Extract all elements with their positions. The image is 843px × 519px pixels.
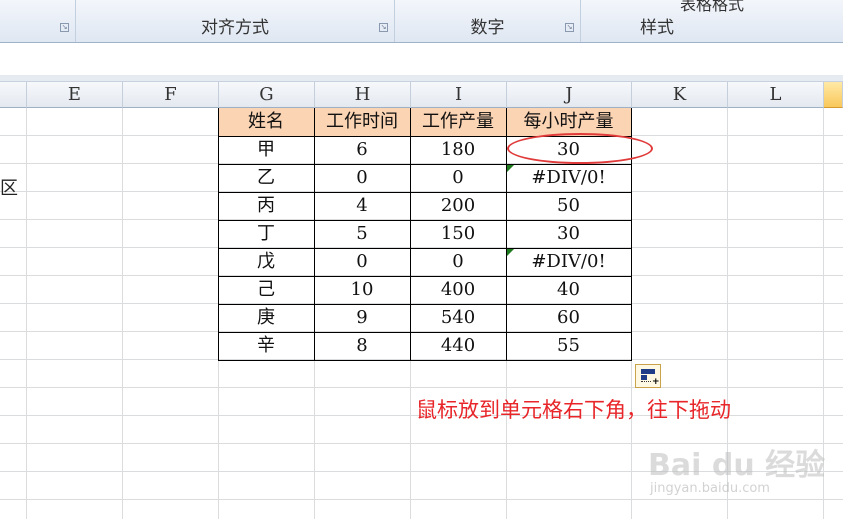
ribbon-group-font: ↘ (0, 0, 76, 42)
table-cell[interactable]: 0 (314, 164, 410, 192)
table-cell[interactable]: 400 (410, 276, 506, 304)
column-header-f[interactable]: F (123, 82, 219, 108)
table-header-cell[interactable]: 工作时间 (314, 108, 410, 136)
table-border (410, 108, 411, 360)
ribbon-group-number: 数字 ↘ (395, 0, 581, 42)
column-header-l[interactable]: L (728, 82, 824, 108)
column-header-partial[interactable] (0, 82, 27, 108)
table-border (314, 108, 315, 360)
ribbon-group-label: 样式 (640, 18, 674, 38)
ribbon: ↘ 对齐方式 ↘ 数字 ↘ 表格格式 样式 (0, 0, 843, 43)
table-cell[interactable]: 0 (410, 164, 506, 192)
table-border (218, 192, 632, 193)
formula-bar-area[interactable] (0, 43, 843, 75)
table-cell[interactable]: 丙 (218, 192, 314, 220)
table-border (218, 108, 219, 360)
table-cell[interactable]: 6 (314, 136, 410, 164)
error-indicator-icon (507, 249, 514, 256)
table-cell[interactable]: 9 (314, 304, 410, 332)
annotation-text: 鼠标放到单元格右下角，往下拖动 (416, 398, 731, 422)
table-cell[interactable]: 150 (410, 220, 506, 248)
column-header-j[interactable]: J (507, 82, 632, 108)
table-cell[interactable]: #DIV/0! (506, 164, 631, 192)
cell-text-fragment: 区 (0, 178, 18, 199)
table-cell[interactable]: 50 (506, 192, 631, 220)
watermark: Bai du 经验 jingyan.baidu.com (648, 440, 828, 500)
table-cell[interactable]: 10 (314, 276, 410, 304)
ribbon-group-label: 数字 (470, 18, 505, 38)
table-cell[interactable]: 己 (218, 276, 314, 304)
ribbon-group-alignment: 对齐方式 ↘ (76, 0, 395, 42)
table-cell[interactable]: 0 (410, 248, 506, 276)
table-cell[interactable]: 0 (314, 248, 410, 276)
autofill-options-button[interactable]: + (635, 364, 661, 388)
table-cell[interactable]: 8 (314, 332, 410, 360)
table-border (218, 164, 632, 165)
table-border (218, 360, 632, 361)
dialog-launcher-icon[interactable]: ↘ (60, 23, 69, 32)
dialog-launcher-icon[interactable]: ↘ (565, 23, 574, 32)
table-cell[interactable]: 40 (506, 276, 631, 304)
column-header-k[interactable]: K (632, 82, 728, 108)
table-border (218, 276, 632, 277)
table-cell[interactable]: 4 (314, 192, 410, 220)
watermark-url: jingyan.baidu.com (650, 481, 770, 496)
column-header-e[interactable]: E (27, 82, 123, 108)
table-cell[interactable]: 甲 (218, 136, 314, 164)
dialog-launcher-icon[interactable]: ↘ (379, 23, 388, 32)
table-cell[interactable]: 丁 (218, 220, 314, 248)
table-cell[interactable]: 540 (410, 304, 506, 332)
highlight-oval (507, 133, 653, 164)
table-cell[interactable]: 庚 (218, 304, 314, 332)
table-border (218, 248, 632, 249)
table-cell[interactable]: 440 (410, 332, 506, 360)
column-header-h[interactable]: H (315, 82, 411, 108)
table-header-cell[interactable]: 每小时产量 (506, 108, 631, 136)
table-cell[interactable]: 5 (314, 220, 410, 248)
table-border (218, 304, 632, 305)
table-header-cell[interactable]: 工作产量 (410, 108, 506, 136)
formula-bar-divider (0, 75, 843, 82)
ribbon-group-styles: 表格格式 样式 (581, 0, 843, 42)
column-header-g[interactable]: G (219, 82, 315, 108)
column-header-selected[interactable] (824, 82, 843, 108)
table-cell[interactable]: 30 (506, 220, 631, 248)
watermark-logo: Bai du 经验 (648, 448, 826, 483)
table-cell[interactable]: 60 (506, 304, 631, 332)
error-indicator-icon (507, 165, 514, 172)
table-header-cell[interactable]: 姓名 (218, 108, 314, 136)
table-cell[interactable]: #DIV/0! (506, 248, 631, 276)
table-cell[interactable]: 180 (410, 136, 506, 164)
table-cell[interactable]: 55 (506, 332, 631, 360)
table-border (218, 220, 632, 221)
table-cell[interactable]: 戊 (218, 248, 314, 276)
table-cell[interactable]: 辛 (218, 332, 314, 360)
table-cell[interactable]: 200 (410, 192, 506, 220)
table-border (218, 332, 632, 333)
column-header-i[interactable]: I (411, 82, 507, 108)
ribbon-group-label: 对齐方式 (201, 18, 269, 38)
table-cell[interactable]: 乙 (218, 164, 314, 192)
